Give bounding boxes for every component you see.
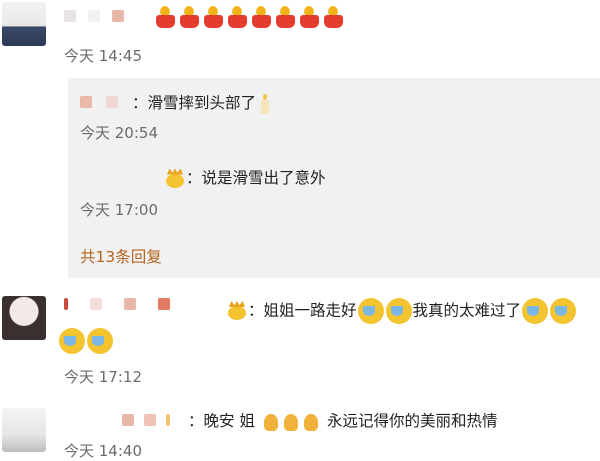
avatar[interactable] (2, 408, 46, 452)
more-replies-link[interactable]: 共13条回复 (80, 245, 162, 267)
comment-time: 今天 14:40 (64, 442, 142, 460)
comment-separator: ： (248, 301, 264, 320)
watermark: @搜狐号 爱·中暂了 (484, 434, 592, 449)
comment-text: ：姐姐一路走好 我真的太难过了 (226, 298, 577, 324)
comment-separator: ： (188, 412, 204, 430)
candle-icon (204, 6, 223, 28)
username-mosaic[interactable] (64, 10, 124, 22)
crying-emoji-icon (59, 328, 85, 354)
reply-separator: ： (132, 94, 148, 112)
candle-icon (156, 6, 175, 28)
comment-text: ：晚安 姐永远记得你的美丽和热情 (188, 412, 498, 432)
crying-emoji-icon (357, 298, 384, 324)
comment-time: 今天 14:45 (64, 47, 142, 65)
crown-emoji-icon (164, 169, 186, 189)
candle-icon (228, 6, 247, 28)
praying-hands-icon (302, 412, 320, 432)
username-mosaic[interactable] (64, 298, 170, 310)
reply-text: ：说是滑雪出了意外 (164, 166, 326, 189)
crown-emoji-icon (226, 301, 248, 321)
reply-text: ：滑雪摔到头部了 (132, 91, 270, 114)
crying-emoji-icon (385, 298, 412, 324)
candle-icon (252, 6, 271, 28)
emoji-row (58, 328, 114, 354)
reply-time: 今天 17:00 (80, 201, 158, 219)
reply-time: 今天 20:54 (80, 124, 158, 142)
username-mosaic[interactable] (122, 414, 170, 426)
crying-emoji-icon (550, 298, 577, 324)
candle-icon (180, 6, 199, 28)
avatar[interactable] (2, 296, 46, 340)
reply-username-mosaic[interactable] (80, 96, 118, 108)
comment-time: 今天 17:12 (64, 368, 142, 386)
praying-hands-icon (282, 412, 300, 432)
avatar[interactable] (2, 2, 46, 46)
candle-icon (300, 6, 319, 28)
crying-emoji-icon (87, 328, 113, 354)
candle-icon (324, 6, 343, 28)
reply-separator: ： (186, 169, 202, 187)
crying-emoji-icon (522, 298, 549, 324)
candle-icon (260, 93, 270, 114)
candle-icon (276, 6, 295, 28)
praying-hands-icon (262, 412, 280, 432)
candle-emoji-row (156, 6, 348, 32)
